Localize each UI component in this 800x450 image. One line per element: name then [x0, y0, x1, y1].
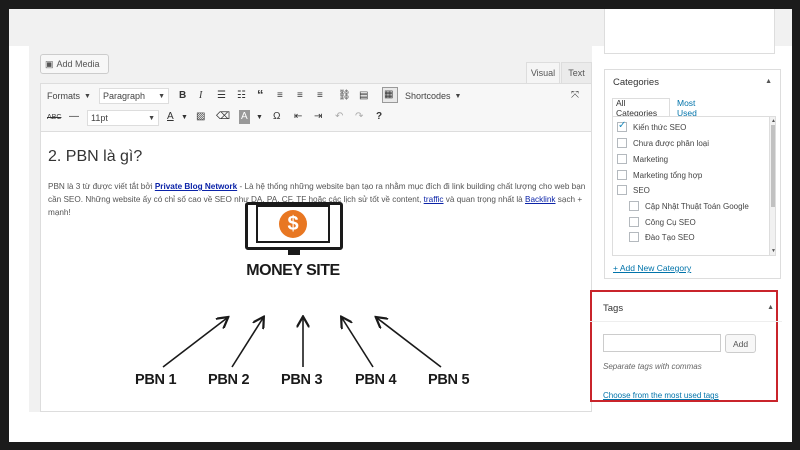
bottom-gutter — [9, 412, 792, 442]
add-new-category-link[interactable]: + Add New Category — [613, 263, 691, 273]
category-item[interactable]: Marketing — [617, 152, 668, 166]
category-label: Kiến thức SEO — [633, 122, 687, 132]
category-item[interactable]: Marketing tổng hợp — [617, 168, 702, 182]
diagram-arrows — [162, 9, 442, 368]
scroll-up-icon[interactable]: ▲ — [771, 118, 775, 124]
tab-all-categories[interactable]: All Categories — [612, 98, 670, 118]
category-label: Công Cụ SEO — [645, 217, 696, 227]
screenshot-frame: ▣ Add Media Visual Text Formats ▼ Paragr… — [9, 9, 792, 442]
categories-box: Categories ▲ All Categories Most Used Ki… — [604, 69, 781, 279]
category-label: Cập Nhật Thuật Toán Google — [645, 201, 749, 211]
tag-input[interactable] — [603, 334, 721, 352]
checkbox[interactable] — [617, 138, 627, 148]
scrollbar-thumb[interactable] — [771, 125, 775, 207]
choose-most-used-tags-link[interactable]: Choose from the most used tags — [603, 391, 719, 400]
category-label: SEO — [633, 185, 650, 195]
categories-title: Categories — [613, 77, 659, 88]
pbn-node-3: PBN 3 — [281, 372, 323, 388]
arrow-pbn5 — [377, 318, 442, 368]
pbn-node-2: PBN 2 — [208, 372, 250, 388]
tags-box: Tags ▲ Add Separate tags with commas Cho… — [590, 290, 782, 402]
category-item[interactable]: SEO — [617, 183, 650, 197]
scroll-down-icon[interactable]: ▼ — [771, 248, 775, 254]
tab-most-used[interactable]: Most Used — [674, 98, 720, 118]
checkbox[interactable] — [617, 154, 627, 164]
divider — [590, 321, 782, 322]
category-item[interactable]: Kiến thức SEO — [617, 120, 686, 134]
tags-help-text: Separate tags with commas — [603, 362, 702, 371]
category-item[interactable]: Chưa được phân loại — [617, 136, 709, 150]
arrow-pbn4 — [342, 318, 374, 368]
category-label: Đào Tạo SEO — [645, 232, 695, 242]
checkbox[interactable] — [629, 217, 639, 227]
category-label: Marketing tổng hợp — [633, 170, 703, 180]
category-label: Chưa được phân loại — [633, 138, 709, 148]
add-tag-button[interactable]: Add — [725, 334, 756, 353]
pbn-node-1: PBN 1 — [135, 372, 177, 388]
checkbox[interactable] — [617, 170, 627, 180]
tags-title: Tags — [603, 303, 624, 314]
pbn-node-4: PBN 4 — [355, 372, 397, 388]
checkbox-checked[interactable] — [617, 120, 627, 132]
category-item[interactable]: Đào Tạo SEO — [629, 230, 695, 244]
category-checklist: Kiến thức SEO Chưa được phân loại Market… — [612, 116, 776, 256]
arrow-pbn2 — [231, 318, 263, 368]
checkbox[interactable] — [617, 185, 627, 195]
category-label: Marketing — [633, 154, 669, 164]
checkbox[interactable] — [629, 201, 639, 211]
category-item[interactable]: Cập Nhật Thuật Toán Google — [629, 199, 749, 213]
arrow-pbn1 — [162, 318, 227, 368]
checkbox[interactable] — [629, 232, 639, 242]
pbn-node-5: PBN 5 — [428, 372, 470, 388]
category-item[interactable]: Công Cụ SEO — [629, 215, 696, 229]
collapse-icon[interactable]: ▲ — [765, 78, 772, 85]
collapse-icon[interactable]: ▲ — [767, 304, 774, 311]
category-scrollbar[interactable]: ▲ ▼ — [769, 117, 775, 255]
publish-box-bottom — [604, 9, 775, 54]
